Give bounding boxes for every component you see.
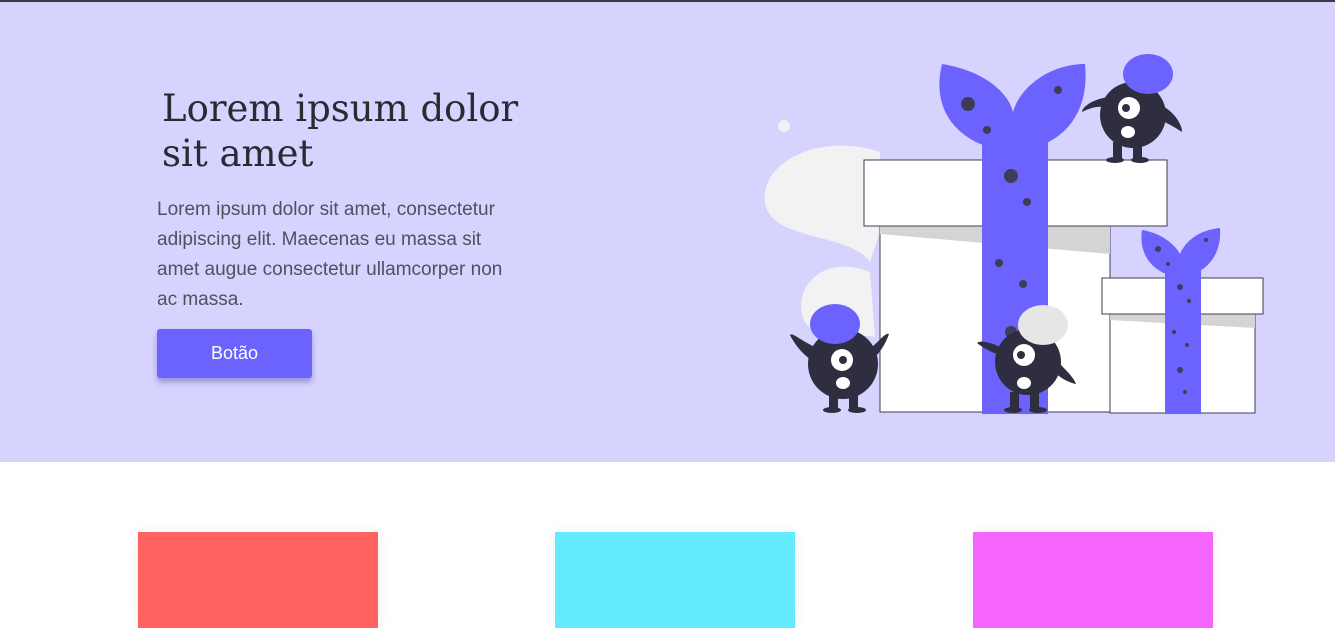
gifts-illustration [764,54,1264,414]
small-gift-bow [1141,228,1221,278]
big-gift-bow [939,64,1086,152]
hero-button[interactable]: Botão [157,329,312,378]
hero-title: Lorem ipsum dolor sit amet [162,87,519,175]
hero-description: Lorem ipsum dolor sit amet, consectetur … [157,199,503,310]
card-red [138,532,378,628]
card-magenta [973,532,1213,628]
small-gift-ribbon [1165,264,1201,414]
hero-section: Lorem ipsum dolor sit amet Lorem ipsum d… [0,2,1335,462]
decor-dot [778,120,790,132]
decor-leaf-upper [764,145,880,262]
card-cyan [555,532,795,628]
monster-top [1082,54,1182,163]
